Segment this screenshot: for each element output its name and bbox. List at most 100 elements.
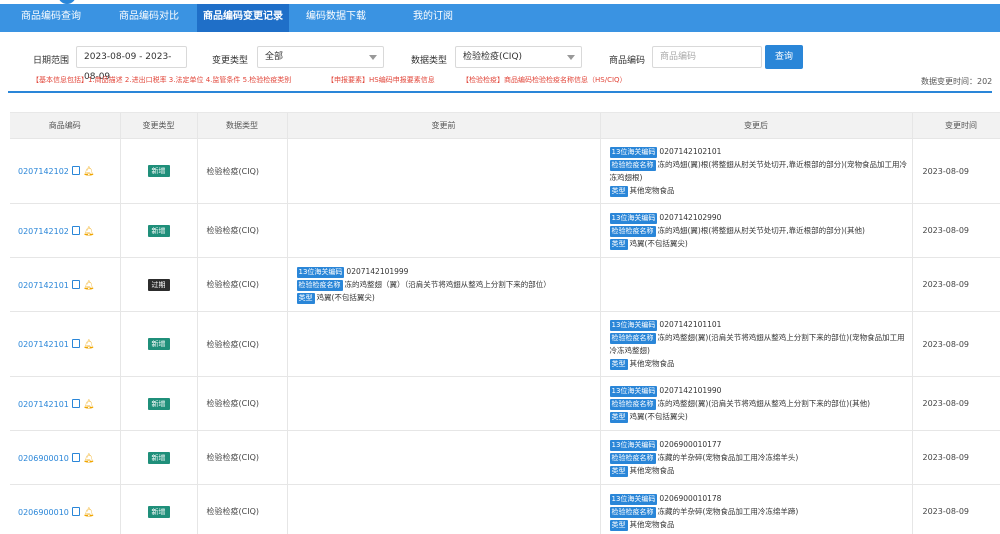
bell-icon[interactable]: 🔔︎ xyxy=(83,340,94,350)
hs-code-value: 0206900010178 xyxy=(659,494,721,503)
code-link[interactable]: 0206900010 xyxy=(18,454,69,463)
change-time-cell: 2023-08-09 xyxy=(912,258,1000,312)
copy-icon[interactable] xyxy=(72,339,80,348)
status-badge: 过期 xyxy=(148,279,170,291)
after-cell: 13位海关编码0206900010178 检验检疫名称冻藏的羊杂碎(宠物食品加工… xyxy=(600,485,912,534)
ciq-name-tag: 检验检疫名称 xyxy=(610,333,656,344)
copy-icon[interactable] xyxy=(72,507,80,516)
after-cell: 13位海关编码0207142101101 检验检疫名称冻的鸡整翅(翼)(沿肩关节… xyxy=(600,312,912,377)
copy-icon[interactable] xyxy=(72,226,80,235)
status-badge: 新增 xyxy=(148,398,170,410)
hs-code-tag: 13位海关编码 xyxy=(610,213,658,224)
type-value: 鸡翼(不包括翼尖) xyxy=(317,293,375,302)
tab-my-subscription[interactable]: 我的订阅 xyxy=(402,4,464,32)
tab-code-compare[interactable]: 商品编码对比 xyxy=(108,4,190,32)
code-link[interactable]: 0207142101 xyxy=(18,281,69,290)
copy-icon[interactable] xyxy=(72,453,80,462)
code-link[interactable]: 0207142101 xyxy=(18,400,69,409)
hs-code-tag: 13位海关编码 xyxy=(610,494,658,505)
code-link[interactable]: 0206900010 xyxy=(18,508,69,517)
ciq-name-tag: 检验检疫名称 xyxy=(610,399,656,410)
table-row: 0207142102🔔︎ 新增 检验检疫(CIQ) 13位海关编码0207142… xyxy=(10,139,1000,204)
hs-code-value: 0207142101990 xyxy=(659,386,721,395)
query-button[interactable]: 查询 xyxy=(765,45,803,69)
ciq-name-tag: 检验检疫名称 xyxy=(610,453,656,464)
type-value: 其他宠物食品 xyxy=(630,466,675,475)
ciq-name-tag: 检验检疫名称 xyxy=(610,507,656,518)
ciq-name-value: 冻的鸡整翅(翼)(沿肩关节将鸡翅从整鸡上分割下来的部位)(其他) xyxy=(658,399,871,408)
ciq-name-tag: 检验检疫名称 xyxy=(610,226,656,237)
hs-code-tag: 13位海关编码 xyxy=(610,320,658,331)
data-type-cell: 检验检疫(CIQ) xyxy=(197,377,287,431)
col-code: 商品编码 xyxy=(10,113,120,139)
type-tag: 类型 xyxy=(610,359,628,370)
date-range-input[interactable]: 2023-08-09 - 2023-08-09 xyxy=(76,46,187,68)
data-type-label: 数据类型 xyxy=(411,53,447,66)
type-value: 其他宠物食品 xyxy=(630,520,675,529)
hs-code-value: 0207142101101 xyxy=(659,320,721,329)
code-link[interactable]: 0207142102 xyxy=(18,167,69,176)
before-cell xyxy=(287,204,600,258)
after-cell: 13位海关编码0206900010177 检验检疫名称冻藏的羊杂碎(宠物食品加工… xyxy=(600,431,912,485)
tab-code-query[interactable]: 商品编码查询 xyxy=(10,4,92,32)
change-type-value: 全部 xyxy=(265,52,283,62)
bell-icon[interactable]: 🔔︎ xyxy=(83,400,94,410)
chevron-down-icon xyxy=(369,55,377,60)
bell-icon[interactable]: 🔔︎ xyxy=(83,281,94,291)
hs-code-value: 0207142101999 xyxy=(346,267,408,276)
type-tag: 类型 xyxy=(610,186,628,197)
after-cell: 13位海关编码0207142102990 检验检疫名称冻的鸡翅(翼)根(将整翅从… xyxy=(600,204,912,258)
ciq-name-value: 冻的鸡整翅（翼）（沿肩关节将鸡翅从整鸡上分割下来的部位） xyxy=(345,280,551,289)
type-value: 鸡翼(不包括翼尖) xyxy=(630,239,688,248)
change-time-cell: 2023-08-09 xyxy=(912,139,1000,204)
before-cell xyxy=(287,377,600,431)
data-type-cell: 检验检疫(CIQ) xyxy=(197,139,287,204)
status-badge: 新增 xyxy=(148,452,170,464)
ciq-name-value: 冻的鸡翅(翼)根(将整翅从肘关节处切开,靠近根部的部分)(其他) xyxy=(658,226,865,235)
date-range-label: 日期范围 xyxy=(33,53,69,66)
hs-code-value: 0206900010177 xyxy=(659,440,721,449)
col-change-time: 变更时间 xyxy=(912,113,1000,139)
code-input[interactable]: 商品编码 xyxy=(652,46,762,68)
hint-ciq: 【检验检疫】商品编码检验检疫名称信息（HS/CIQ） xyxy=(462,75,627,85)
type-tag: 类型 xyxy=(610,239,628,250)
col-before: 变更前 xyxy=(287,113,600,139)
before-cell xyxy=(287,312,600,377)
bell-icon[interactable]: 🔔︎ xyxy=(83,454,94,464)
after-cell: 13位海关编码0207142101990 检验检疫名称冻的鸡整翅(翼)(沿肩关节… xyxy=(600,377,912,431)
code-link[interactable]: 0207142101 xyxy=(18,340,69,349)
table-row: 0207142101🔔︎ 新增 检验检疫(CIQ) 13位海关编码0207142… xyxy=(10,312,1000,377)
hs-code-value: 0207142102101 xyxy=(659,147,721,156)
change-type-select[interactable]: 全部 xyxy=(257,46,384,68)
type-tag: 类型 xyxy=(297,293,315,304)
ciq-name-value: 冻藏的羊杂碎(宠物食品加工用冷冻绵羊蹄) xyxy=(658,507,799,516)
status-badge: 新增 xyxy=(148,225,170,237)
tab-change-records[interactable]: 商品编码变更记录 xyxy=(197,4,289,32)
status-badge: 新增 xyxy=(148,165,170,177)
copy-icon[interactable] xyxy=(72,280,80,289)
bell-icon[interactable]: 🔔︎ xyxy=(83,508,94,518)
change-time-cell: 2023-08-09 xyxy=(912,204,1000,258)
chevron-down-icon xyxy=(567,55,575,60)
copy-icon[interactable] xyxy=(72,166,80,175)
table-row: 0206900010 🔔︎ 新增 检验检疫(CIQ) 13位海关编码0206900… xyxy=(10,431,1000,485)
ciq-name-tag: 检验检疫名称 xyxy=(297,280,343,291)
table-row: 0207142101 🔔︎ 新增 检验检疫(CIQ) 13位海关编码0207142… xyxy=(10,377,1000,431)
data-type-cell: 检验检疫(CIQ) xyxy=(197,485,287,534)
type-value: 其他宠物食品 xyxy=(630,359,675,368)
table-row: 0207142101🔔︎ 过期 检验检疫(CIQ) 13位海关编码0207142… xyxy=(10,258,1000,312)
data-type-cell: 检验检疫(CIQ) xyxy=(197,431,287,485)
data-type-select[interactable]: 检验检疫(CIQ) xyxy=(455,46,582,68)
data-type-cell: 检验检疫(CIQ) xyxy=(197,258,287,312)
code-label: 商品编码 xyxy=(609,53,645,66)
hint-basic-info: 【基本信息包括】1.商品描述 2.进出口税率 3.法定单位 4.监管条件 5.检… xyxy=(32,75,291,85)
divider xyxy=(8,91,992,93)
data-type-value: 检验检疫(CIQ) xyxy=(463,52,522,62)
change-time-cell: 2023-08-09 xyxy=(912,312,1000,377)
copy-icon[interactable] xyxy=(72,399,80,408)
bell-icon[interactable]: 🔔︎ xyxy=(83,227,94,237)
bell-icon[interactable]: 🔔︎ xyxy=(83,167,94,177)
status-badge: 新增 xyxy=(148,506,170,518)
tab-data-download[interactable]: 编码数据下载 xyxy=(298,4,374,32)
code-link[interactable]: 0207142102 xyxy=(18,227,69,236)
